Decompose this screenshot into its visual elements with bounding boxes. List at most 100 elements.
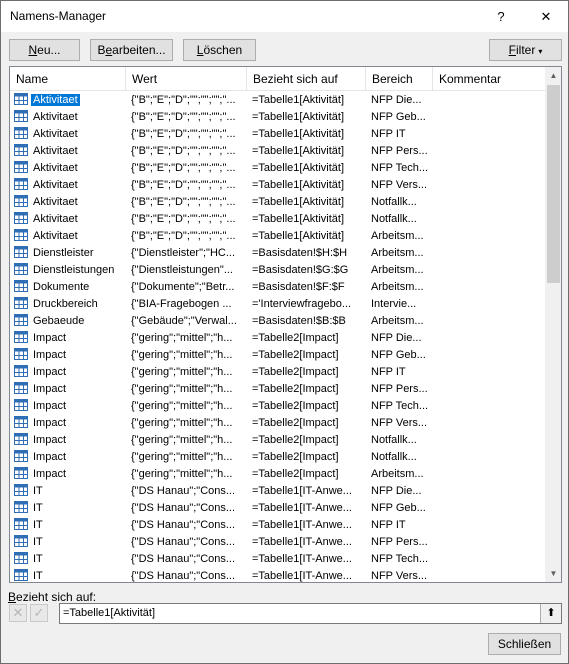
row-value: {"B";"E";"D";"";"";"";"...	[131, 145, 236, 157]
row-name: Aktivitaet	[33, 213, 78, 225]
table-row[interactable]: Impact {"gering";"mittel";"h... =Tabelle2[…	[10, 449, 545, 466]
row-value: {"BIA-Fragebogen ...	[131, 298, 232, 310]
table-icon	[14, 144, 28, 156]
table-row[interactable]: Aktivitaet {"B";"E";"D";"";"";"";"... =Tab…	[10, 194, 545, 211]
row-name-cell: IT	[14, 551, 126, 568]
table-row[interactable]: Impact {"gering";"mittel";"h... =Tabelle2[…	[10, 432, 545, 449]
row-refers-to: =Tabelle1[Aktivität]	[252, 111, 345, 123]
row-refers-to: =Tabelle2[Impact]	[252, 332, 339, 344]
table-row[interactable]: IT {"DS Hanau";"Cons... =Tabelle1[IT-Anwe.…	[10, 483, 545, 500]
table-row[interactable]: IT {"DS Hanau";"Cons... =Tabelle1[IT-Anwe.…	[10, 568, 545, 582]
column-header-scope[interactable]: Bereich	[366, 67, 433, 91]
table-row[interactable]: Impact {"gering";"mittel";"h... =Tabelle2[…	[10, 415, 545, 432]
table-row[interactable]: Aktivitaet {"B";"E";"D";"";"";"";"... =Tab…	[10, 160, 545, 177]
help-button[interactable]: ?	[478, 1, 524, 32]
row-name: Aktivitaet	[33, 162, 78, 174]
table-row[interactable]: Dienstleistungen {"Dienstleistungen"... =B…	[10, 262, 545, 279]
row-name: IT	[33, 485, 43, 497]
row-value: {"Gebäude";"Verwal...	[131, 315, 237, 327]
row-scope: NFP Die...	[371, 332, 422, 344]
row-name-cell: Dienstleistungen	[14, 262, 126, 279]
table-row[interactable]: IT {"DS Hanau";"Cons... =Tabelle1[IT-Anwe.…	[10, 551, 545, 568]
table-row[interactable]: Gebaeude {"Gebäude";"Verwal... =Basisdaten…	[10, 313, 545, 330]
row-name: Dienstleister	[33, 247, 94, 259]
table-row[interactable]: Impact {"gering";"mittel";"h... =Tabelle2[…	[10, 398, 545, 415]
table-row[interactable]: Aktivitaet {"B";"E";"D";"";"";"";"... =Tab…	[10, 126, 545, 143]
row-name-cell: Impact	[14, 364, 126, 381]
row-refers-to: =Tabelle1[Aktivität]	[252, 230, 345, 242]
scroll-up-icon[interactable]: ▲	[545, 67, 561, 84]
table-row[interactable]: Druckbereich {"BIA-Fragebogen ... ='Interv…	[10, 296, 545, 313]
names-list[interactable]: Name Wert Bezieht sich auf Bereich Komme…	[9, 66, 562, 583]
table-row[interactable]: Impact {"gering";"mittel";"h... =Tabelle2[…	[10, 381, 545, 398]
edit-button[interactable]: Bearbeiten...	[90, 39, 173, 61]
delete-button[interactable]: Löschen	[183, 39, 256, 61]
table-row[interactable]: Aktivitaet {"B";"E";"D";"";"";"";"... =Tab…	[10, 92, 545, 109]
column-header-value[interactable]: Wert	[126, 67, 247, 91]
table-row[interactable]: Aktivitaet {"B";"E";"D";"";"";"";"... =Tab…	[10, 143, 545, 160]
scroll-thumb[interactable]	[547, 85, 560, 283]
row-name-cell: Aktivitaet	[14, 109, 126, 126]
table-icon	[14, 93, 28, 105]
row-comment	[438, 517, 538, 534]
row-value: {"DS Hanau";"Cons...	[131, 519, 236, 531]
cancel-icon[interactable]: ✕	[9, 604, 27, 622]
row-comment	[438, 432, 538, 449]
table-icon	[14, 348, 28, 360]
table-row[interactable]: Aktivitaet {"B";"E";"D";"";"";"";"... =Tab…	[10, 211, 545, 228]
table-icon	[14, 450, 28, 462]
scroll-down-icon[interactable]: ▼	[545, 565, 561, 582]
delete-button-label: öschen	[203, 43, 243, 57]
new-button[interactable]: Neu...	[9, 39, 80, 61]
row-comment	[438, 347, 538, 364]
row-scope: Arbeitsm...	[371, 247, 424, 259]
table-icon	[14, 161, 28, 173]
table-row[interactable]: Dokumente {"Dokumente";"Betr... =Basisdate…	[10, 279, 545, 296]
close-icon[interactable]: ✕	[523, 1, 569, 32]
table-row[interactable]: Impact {"gering";"mittel";"h... =Tabelle2[…	[10, 330, 545, 347]
row-name: Aktivitaet	[33, 145, 78, 157]
table-row[interactable]: Aktivitaet {"B";"E";"D";"";"";"";"... =Tab…	[10, 228, 545, 245]
table-row[interactable]: IT {"DS Hanau";"Cons... =Tabelle1[IT-Anwe.…	[10, 500, 545, 517]
table-row[interactable]: Aktivitaet {"B";"E";"D";"";"";"";"... =Tab…	[10, 177, 545, 194]
confirm-icon[interactable]: ✓	[30, 604, 48, 622]
table-icon	[14, 433, 28, 445]
row-comment	[438, 364, 538, 381]
row-comment	[438, 194, 538, 211]
table-row[interactable]: Aktivitaet {"B";"E";"D";"";"";"";"... =Tab…	[10, 109, 545, 126]
row-refers-to: ='Interviewfragebo...	[252, 298, 352, 310]
row-name-cell: IT	[14, 517, 126, 534]
table-icon	[14, 280, 28, 292]
row-name: Aktivitaet	[33, 111, 78, 123]
row-scope: NFP Geb...	[371, 502, 426, 514]
collapse-dialog-icon[interactable]: ⬆	[540, 604, 561, 623]
row-value: {"DS Hanau";"Cons...	[131, 553, 236, 565]
table-icon	[14, 365, 28, 377]
table-row[interactable]: Impact {"gering";"mittel";"h... =Tabelle2[…	[10, 347, 545, 364]
table-row[interactable]: Dienstleister {"Dienstleister";"HC... =Bas…	[10, 245, 545, 262]
filter-button[interactable]: Filter ▾	[489, 39, 562, 61]
table-row[interactable]: IT {"DS Hanau";"Cons... =Tabelle1[IT-Anwe.…	[10, 517, 545, 534]
column-header-refers-to[interactable]: Bezieht sich auf	[247, 67, 366, 91]
table-icon	[14, 331, 28, 343]
row-scope: NFP Pers...	[371, 145, 428, 157]
table-row[interactable]: Impact {"gering";"mittel";"h... =Tabelle2[…	[10, 466, 545, 483]
column-header-name[interactable]: Name	[10, 67, 126, 91]
table-icon	[14, 178, 28, 190]
row-name: Impact	[33, 451, 67, 463]
row-name: Gebaeude	[33, 315, 85, 327]
row-value: {"DS Hanau";"Cons...	[131, 570, 236, 582]
row-name: Impact	[33, 417, 67, 429]
row-name-cell: Aktivitaet	[14, 92, 126, 109]
row-refers-to: =Tabelle1[IT-Anwe...	[252, 553, 352, 565]
table-row[interactable]: Impact {"gering";"mittel";"h... =Tabelle2[…	[10, 364, 545, 381]
table-row[interactable]: IT {"DS Hanau";"Cons... =Tabelle1[IT-Anwe.…	[10, 534, 545, 551]
row-refers-to: =Tabelle2[Impact]	[252, 400, 339, 412]
vertical-scrollbar[interactable]: ▲ ▼	[545, 67, 561, 582]
row-refers-to: =Basisdaten!$H:$H	[252, 247, 348, 259]
refers-to-input[interactable]: =Tabelle1[Aktivität]	[59, 603, 562, 624]
close-button[interactable]: Schließen	[488, 633, 561, 655]
new-button-label: eu...	[37, 43, 61, 57]
table-icon	[14, 467, 28, 479]
column-header-comment[interactable]: Kommentar	[433, 67, 545, 91]
